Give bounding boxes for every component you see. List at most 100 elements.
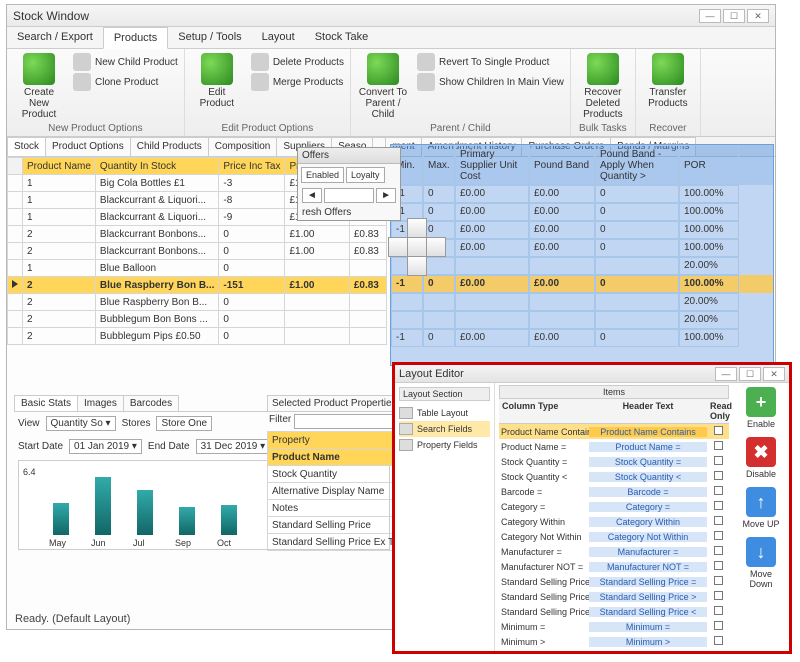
readonly-checkbox[interactable] — [714, 456, 723, 465]
offers-enabled-button[interactable]: Enabled — [301, 167, 344, 183]
ribbon-revert-to-single-product[interactable]: Revert To Single Product — [417, 53, 564, 71]
menu-stock-take[interactable]: Stock Take — [305, 27, 379, 48]
readonly-checkbox[interactable] — [714, 636, 723, 645]
dock-up-icon[interactable] — [407, 218, 427, 238]
table-row[interactable]: 1Blue Balloon0 — [8, 260, 387, 277]
view-select[interactable]: Quantity So ▾ — [46, 416, 116, 431]
layout-item[interactable]: Category WithinCategory Within — [499, 514, 729, 529]
layout-item[interactable]: Stock Quantity <Stock Quantity < — [499, 469, 729, 484]
layout-items-grid[interactable]: Items Column Type Header Text Read Only … — [495, 383, 733, 651]
refresh-offers[interactable]: resh Offers — [298, 205, 400, 220]
layout-item[interactable]: Minimum <Minimum < — [499, 649, 729, 651]
readonly-checkbox[interactable] — [714, 471, 723, 480]
le-close-icon[interactable]: ✕ — [763, 367, 785, 381]
readonly-checkbox[interactable] — [714, 546, 723, 555]
le-maximize-icon[interactable]: ☐ — [739, 367, 761, 381]
section-icon — [399, 439, 413, 451]
readonly-checkbox[interactable] — [714, 501, 723, 510]
tab-Product Options[interactable]: Product Options — [45, 137, 131, 156]
offers-next[interactable]: ► — [376, 188, 396, 203]
layout-item[interactable]: Minimum =Minimum = — [499, 619, 729, 634]
ribbon-edit-product[interactable]: Edit Product — [191, 53, 243, 109]
move-down-button[interactable]: ↓Move Down — [741, 537, 781, 589]
layout-editor-window: Layout Editor — ☐ ✕ Layout Section Table… — [392, 362, 792, 654]
layout-item[interactable]: Category Not WithinCategory Not Within — [499, 529, 729, 544]
end-date[interactable]: 31 Dec 2019 ▾ — [196, 439, 271, 454]
table-row[interactable]: 2Blue Raspberry Bon B...0 — [8, 294, 387, 311]
layout-item[interactable]: Manufacturer NOT =Manufacturer NOT = — [499, 559, 729, 574]
tool-icon — [417, 53, 435, 71]
ribbon-delete-products[interactable]: Delete Products — [251, 53, 344, 71]
menu-search-export[interactable]: Search / Export — [7, 27, 103, 48]
tab-Composition[interactable]: Composition — [208, 137, 278, 156]
ribbon-new-child-product[interactable]: New Child Product — [73, 53, 178, 71]
layout-item[interactable]: Barcode =Barcode = — [499, 484, 729, 499]
table-row[interactable]: 2Bubblegum Bon Bons ...0 — [8, 311, 387, 328]
table-row[interactable]: 2Bubblegum Pips £0.500 — [8, 328, 387, 345]
readonly-checkbox[interactable] — [714, 441, 723, 450]
layout-item[interactable]: Standard Selling Price =Standard Selling… — [499, 574, 729, 589]
layout-section-search-fields[interactable]: Search Fields — [399, 421, 490, 437]
offers-toolbox[interactable]: Offers Enabled Loyalty ◄ ► resh Offers — [297, 147, 401, 221]
dock-guide[interactable] — [388, 218, 446, 276]
filter-input[interactable] — [294, 414, 403, 429]
tab-Child Products[interactable]: Child Products — [130, 137, 209, 156]
layout-item[interactable]: Minimum >Minimum > — [499, 634, 729, 649]
layout-item[interactable]: Standard Selling Price >Standard Selling… — [499, 589, 729, 604]
readonly-checkbox[interactable] — [714, 606, 723, 615]
layout-item[interactable]: Manufacturer =Manufacturer = — [499, 544, 729, 559]
layout-item[interactable]: Standard Selling Price <Standard Selling… — [499, 604, 729, 619]
readonly-checkbox[interactable] — [714, 576, 723, 585]
start-date[interactable]: 01 Jan 2019 ▾ — [69, 439, 142, 454]
readonly-checkbox[interactable] — [714, 486, 723, 495]
layout-item[interactable]: Stock Quantity =Stock Quantity = — [499, 454, 729, 469]
readonly-checkbox[interactable] — [714, 561, 723, 570]
table-row[interactable]: 2Blackcurrant Bonbons...0£1.00£0.83 — [8, 243, 387, 260]
offers-prev[interactable]: ◄ — [302, 188, 322, 203]
minimize-icon[interactable]: — — [699, 9, 721, 23]
ribbon-recover-deleted-products[interactable]: Recover Deleted Products — [577, 53, 629, 120]
layout-section-property-fields[interactable]: Property Fields — [399, 437, 490, 453]
offers-title: Offers — [298, 148, 400, 164]
readonly-checkbox[interactable] — [714, 591, 723, 600]
layout-item[interactable]: Product Name =Product Name = — [499, 439, 729, 454]
ribbon-create-new-product[interactable]: Create New Product — [13, 53, 65, 120]
dock-center-icon[interactable] — [407, 237, 427, 257]
plus-icon — [367, 53, 399, 85]
menu-layout[interactable]: Layout — [252, 27, 305, 48]
ribbon-convert-to-parent-child[interactable]: Convert To Parent / Child — [357, 53, 409, 120]
table-row[interactable]: 2Blue Raspberry Bon B...-151£1.00£0.83 — [8, 277, 387, 294]
stats-tab-basic-stats[interactable]: Basic Stats — [14, 395, 78, 411]
readonly-checkbox[interactable] — [714, 516, 723, 525]
stats-tab-images[interactable]: Images — [77, 395, 124, 411]
readonly-checkbox[interactable] — [714, 426, 723, 435]
readonly-checkbox[interactable] — [714, 531, 723, 540]
stats-tab-barcodes[interactable]: Barcodes — [123, 395, 179, 411]
menu-setup-tools[interactable]: Setup / Tools — [168, 27, 251, 48]
ribbon-clone-product[interactable]: Clone Product — [73, 73, 178, 91]
layout-item[interactable]: Category =Category = — [499, 499, 729, 514]
layout-item[interactable]: Product Name ContainsProduct Name Contai… — [499, 424, 729, 439]
ribbon: Create New Product New Child Product Clone… — [7, 49, 775, 137]
plus-icon — [201, 53, 233, 85]
menu-products[interactable]: Products — [103, 27, 168, 49]
offers-loyalty-button[interactable]: Loyalty — [346, 167, 385, 183]
tab-Stock[interactable]: Stock — [7, 137, 46, 156]
dock-right-icon[interactable] — [426, 237, 446, 257]
menu-tabs: Search / ExportProductsSetup / ToolsLayo… — [7, 27, 775, 49]
readonly-checkbox[interactable] — [714, 621, 723, 630]
maximize-icon[interactable]: ☐ — [723, 9, 745, 23]
close-icon[interactable]: ✕ — [747, 9, 769, 23]
layout-section-table-layout[interactable]: Table Layout — [399, 405, 490, 421]
ribbon-transfer-products[interactable]: Transfer Products — [642, 53, 694, 109]
stores-select[interactable]: Store One — [156, 416, 212, 431]
dock-left-icon[interactable] — [388, 237, 408, 257]
move-up-button[interactable]: ↑Move UP — [741, 487, 781, 529]
le-minimize-icon[interactable]: — — [715, 367, 737, 381]
ribbon-merge-products[interactable]: Merge Products — [251, 73, 344, 91]
enable-button[interactable]: +Enable — [741, 387, 781, 429]
table-row[interactable]: 2Blackcurrant Bonbons...0£1.00£0.83 — [8, 226, 387, 243]
ribbon-show-children-in-main-view[interactable]: Show Children In Main View — [417, 73, 564, 91]
dock-down-icon[interactable] — [407, 256, 427, 276]
disable-button[interactable]: ✖Disable — [741, 437, 781, 479]
